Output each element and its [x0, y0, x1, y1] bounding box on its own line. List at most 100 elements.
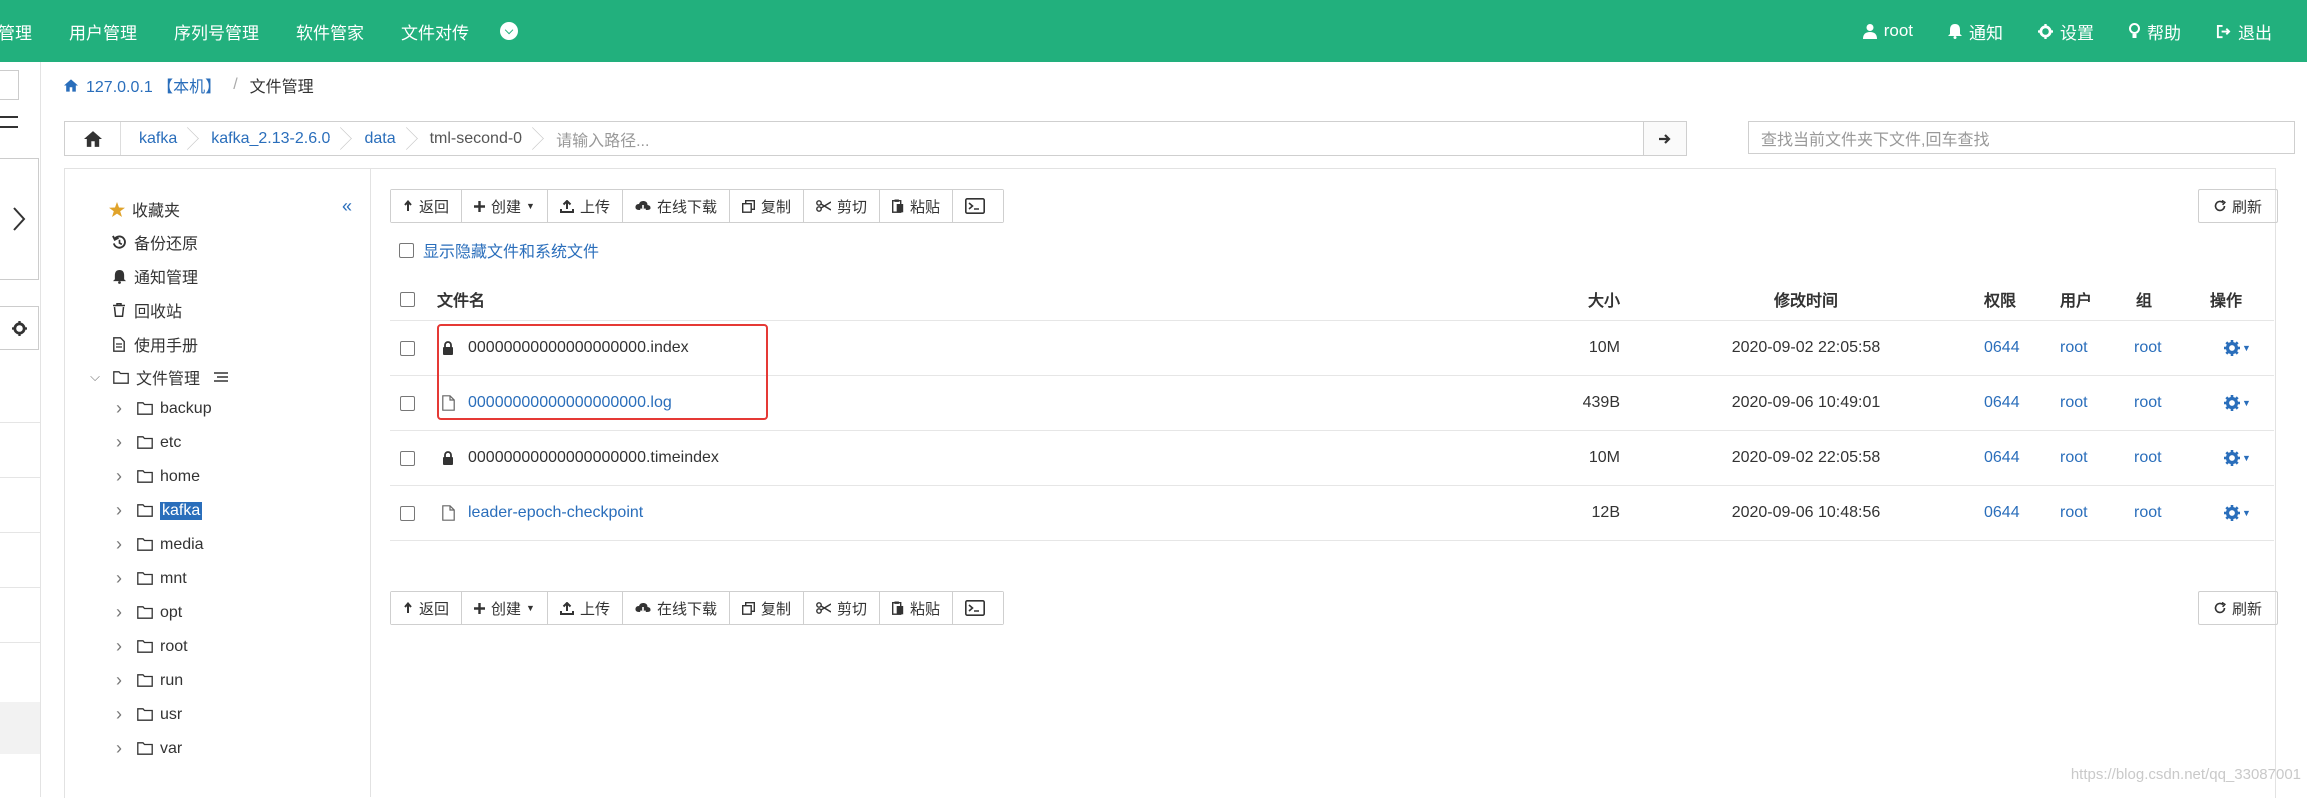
folder-item-backup[interactable]: › backup: [112, 398, 212, 419]
folder-item-kafka[interactable]: › kafka: [112, 500, 203, 521]
row-actions-button[interactable]: ▼: [2224, 340, 2251, 356]
logout-menu[interactable]: 退出: [2216, 19, 2272, 44]
show-hidden-files-option[interactable]: 显示隐藏文件和系统文件: [399, 238, 599, 262]
file-group-link[interactable]: root: [2134, 321, 2162, 375]
upload-button[interactable]: 上传: [547, 190, 623, 222]
sidebar-item-favorites[interactable]: 收藏夹: [108, 197, 180, 221]
chevron-right-icon[interactable]: ›: [112, 500, 126, 521]
settings-menu[interactable]: 设置: [2038, 19, 2094, 44]
terminal-button[interactable]: [953, 190, 1004, 222]
back-button[interactable]: 返回: [391, 592, 463, 624]
folder-item-var[interactable]: › var: [112, 738, 182, 759]
chevron-right-icon[interactable]: ›: [112, 568, 126, 589]
strip-settings-button[interactable]: [0, 306, 39, 350]
folder-item-home[interactable]: › home: [112, 466, 200, 487]
select-all-checkbox[interactable]: [400, 291, 415, 307]
chevron-right-icon[interactable]: ›: [112, 738, 126, 759]
left-strip-input[interactable]: [0, 70, 19, 100]
sidebar-item-notifications[interactable]: 通知管理: [110, 264, 198, 288]
terminal-button[interactable]: [953, 592, 1004, 624]
path-home-button[interactable]: [65, 122, 121, 155]
nav-item-manage[interactable]: 管理: [0, 19, 32, 44]
table-row[interactable]: 00000000000000000000.timeindex 10M 2020-09…: [390, 431, 2274, 486]
chevron-right-icon[interactable]: ›: [112, 432, 126, 453]
show-hidden-checkbox[interactable]: [399, 242, 414, 258]
col-header-name[interactable]: 文件名: [437, 278, 485, 320]
row-actions-button[interactable]: ▼: [2224, 450, 2251, 466]
sidebar-item-recycle-bin[interactable]: 回收站: [110, 298, 182, 322]
create-button[interactable]: 创建 ▼: [462, 592, 548, 624]
path-segment-data[interactable]: data: [346, 122, 411, 155]
path-input[interactable]: 请输入路径...: [538, 122, 1643, 155]
path-go-button[interactable]: [1643, 122, 1686, 155]
upload-button[interactable]: 上传: [547, 592, 623, 624]
file-user-link[interactable]: root: [2060, 486, 2088, 540]
cut-button[interactable]: 剪切: [804, 592, 881, 624]
file-search-input[interactable]: 查找当前文件夹下文件,回车查找: [1748, 121, 2295, 154]
folder-item-opt[interactable]: › opt: [112, 602, 182, 623]
row-actions-button[interactable]: ▼: [2224, 505, 2251, 521]
row-checkbox[interactable]: [400, 395, 415, 411]
file-name[interactable]: 00000000000000000000.timeindex: [468, 449, 719, 467]
sidebar-item-manual[interactable]: 使用手册: [110, 332, 198, 356]
sidebar-collapse-button[interactable]: «: [342, 196, 352, 217]
copy-button[interactable]: 复制: [729, 592, 804, 624]
folder-item-root[interactable]: › root: [112, 636, 188, 657]
expand-panel-button[interactable]: [0, 158, 39, 280]
folder-item-mnt[interactable]: › mnt: [112, 568, 187, 589]
folder-item-run[interactable]: › run: [112, 670, 183, 691]
folder-item-media[interactable]: › media: [112, 534, 204, 555]
paste-button[interactable]: 粘贴: [880, 190, 954, 222]
chevron-right-icon[interactable]: ›: [112, 602, 126, 623]
chevron-right-icon[interactable]: ›: [112, 704, 126, 725]
nav-item-user-management[interactable]: 用户管理: [69, 19, 137, 44]
list-toggle-icon[interactable]: [0, 116, 18, 128]
file-user-link[interactable]: root: [2060, 431, 2088, 485]
cut-button[interactable]: 剪切: [804, 190, 881, 222]
nav-item-serial-management[interactable]: 序列号管理: [174, 19, 259, 44]
paste-button[interactable]: 粘贴: [880, 592, 954, 624]
nav-item-software-manager[interactable]: 软件管家: [296, 19, 364, 44]
col-header-mtime[interactable]: 修改时间: [1656, 278, 1956, 320]
file-permission-link[interactable]: 0644: [1984, 376, 2020, 430]
back-button[interactable]: 返回: [391, 190, 463, 222]
file-group-link[interactable]: root: [2134, 376, 2162, 430]
sidebar-item-backup-restore[interactable]: 备份还原: [110, 230, 198, 254]
file-permission-link[interactable]: 0644: [1984, 431, 2020, 485]
row-checkbox[interactable]: [400, 340, 415, 356]
online-download-button[interactable]: 在线下载: [622, 190, 730, 222]
chevron-right-icon[interactable]: ›: [112, 670, 126, 691]
refresh-button[interactable]: 刷新: [2198, 591, 2278, 625]
nav-item-file-transfer[interactable]: 文件对传: [401, 19, 469, 44]
file-user-link[interactable]: root: [2060, 376, 2088, 430]
sidebar-item-file-manager[interactable]: ⌵ 文件管理: [88, 365, 229, 389]
file-group-link[interactable]: root: [2134, 486, 2162, 540]
file-group-link[interactable]: root: [2134, 431, 2162, 485]
row-checkbox[interactable]: [400, 505, 415, 521]
file-user-link[interactable]: root: [2060, 321, 2088, 375]
breadcrumb-host[interactable]: 127.0.0.1 【本机】: [86, 73, 221, 97]
chevron-down-icon[interactable]: ⌵: [88, 369, 102, 385]
col-header-size[interactable]: 大小: [1440, 278, 1620, 320]
file-permission-link[interactable]: 0644: [1984, 486, 2020, 540]
refresh-button[interactable]: 刷新: [2198, 189, 2278, 223]
table-row[interactable]: leader-epoch-checkpoint 12B 2020-09-06 10:…: [390, 486, 2274, 541]
folder-item-usr[interactable]: › usr: [112, 704, 182, 725]
notifications-menu[interactable]: 通知: [1948, 19, 2003, 44]
row-checkbox[interactable]: [400, 450, 415, 466]
online-download-button[interactable]: 在线下载: [622, 592, 730, 624]
path-segment-current[interactable]: tml-second-0: [412, 122, 538, 155]
folder-item-etc[interactable]: › etc: [112, 432, 181, 453]
create-button[interactable]: 创建 ▼: [462, 190, 548, 222]
path-segment-kafka-version[interactable]: kafka_2.13-2.6.0: [193, 122, 346, 155]
help-menu[interactable]: 帮助: [2129, 19, 2181, 44]
chevron-down-circle-icon[interactable]: ⌵: [500, 22, 518, 40]
chevron-right-icon[interactable]: ›: [112, 398, 126, 419]
chevron-right-icon[interactable]: ›: [112, 534, 126, 555]
user-menu[interactable]: root: [1862, 21, 1913, 41]
path-segment-kafka[interactable]: kafka: [121, 122, 193, 155]
file-permission-link[interactable]: 0644: [1984, 321, 2020, 375]
list-toggle-icon[interactable]: [214, 372, 229, 382]
chevron-right-icon[interactable]: ›: [112, 636, 126, 657]
file-name[interactable]: leader-epoch-checkpoint: [468, 504, 643, 522]
